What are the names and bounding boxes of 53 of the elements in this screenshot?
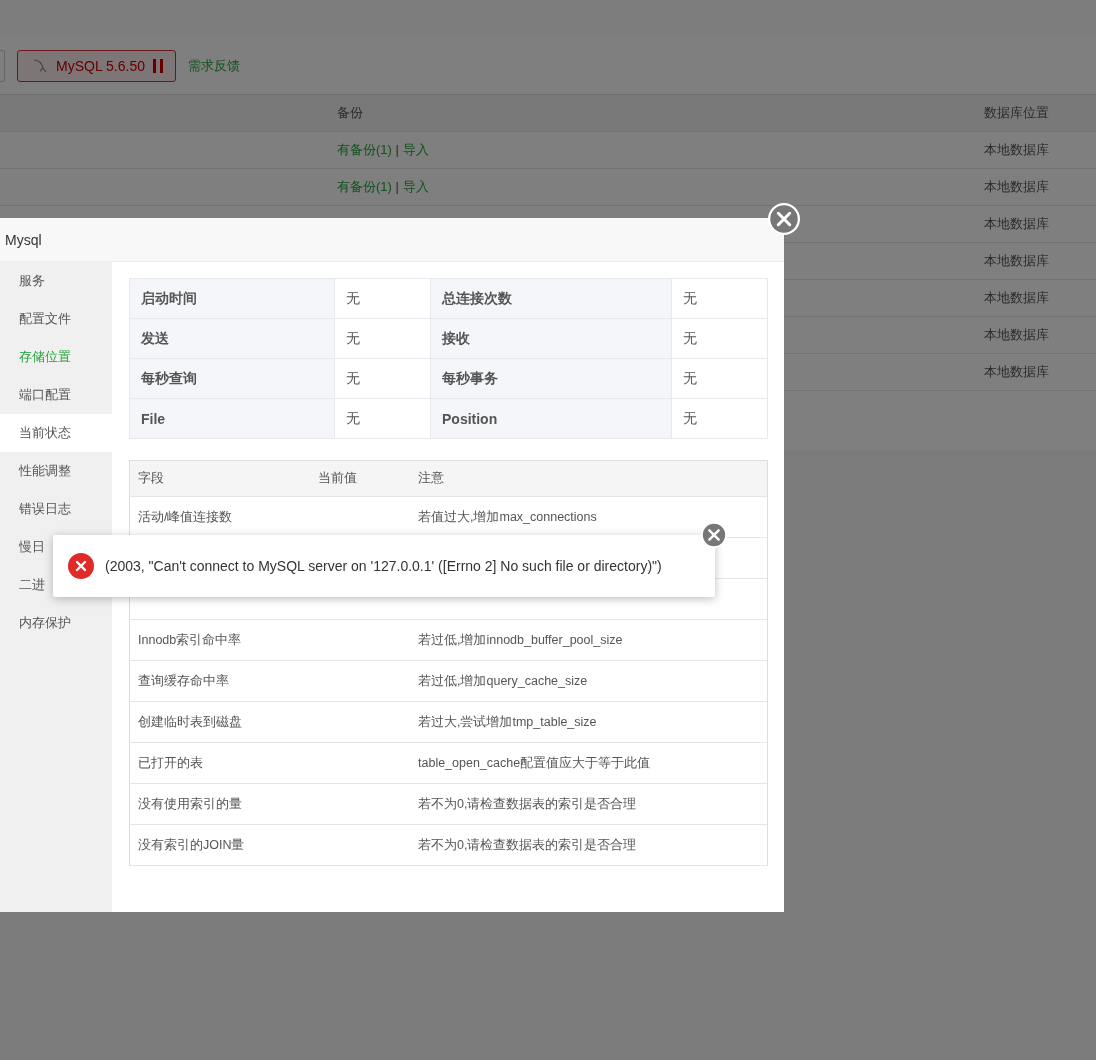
status-value: 无 [672,279,768,319]
status-label: 总连接次数 [431,279,672,319]
error-icon [68,553,94,579]
dialog-title: Mysql [0,218,784,262]
table-cell: Innodb索引命中率 [138,632,242,647]
separator: | [395,142,399,157]
error-message: (2003, "Can't connect to MySQL server on '127.0.0.1' ([Errno 2] No such file or directory)") [105,558,662,574]
status-value: 无 [672,359,768,399]
column-header: 数据库位置 [984,104,1050,122]
table-cell: 若不为0,请检查数据表的索引是否合理 [418,837,637,852]
status-value: 无 [672,319,768,359]
table-cell-text: 本地数据库 [984,363,1050,381]
status-label: 每秒事务 [431,359,672,399]
pause-icon [153,59,163,73]
table-cell: 没有使用索引的量 [138,796,242,811]
table-cell-text: 本地数据库 [984,252,1050,270]
table-cell-text: 本地数据库 [984,141,1050,159]
table-cell: 查询缓存命中率 [138,673,229,688]
table-cell: 若不为0,请检查数据表的索引是否合理 [418,796,637,811]
logo-icon [32,58,48,74]
column-header: 字段 [138,470,165,487]
menu-item[interactable]: 当前状态 [0,414,112,452]
table-cell: 若过低,增加query_cache_size [418,673,588,688]
menu-item[interactable]: 配置文件 [0,300,112,338]
table-cell-text: 本地数据库 [984,215,1050,233]
table-cell-text: 本地数据库 [984,326,1050,344]
status-label: 启动时间 [130,279,335,319]
table-cell: 若过大,尝试增加tmp_table_size [418,714,597,729]
status-label: 接收 [431,319,672,359]
column-header: 当前值 [318,470,358,487]
table-cell: 已打开的表 [138,755,203,770]
menu-item[interactable]: 性能调整 [0,452,112,490]
menu-item[interactable]: 内存保护 [0,604,112,642]
table-cell-text: 本地数据库 [984,289,1050,307]
status-label: 发送 [130,319,335,359]
menu-item[interactable]: 端口配置 [0,376,112,414]
menu-item[interactable]: 错误日志 [0,490,112,528]
status-label: 每秒查询 [130,359,335,399]
status-label: Position [431,399,672,439]
menu-item[interactable]: 服务 [0,262,112,300]
table-cell: 若过低,增加innodb_buffer_pool_size [418,632,623,647]
status-value: 无 [672,399,768,439]
table-cell: 没有索引的JOIN量 [138,837,245,852]
status-label: File [130,399,335,439]
close-icon[interactable] [701,522,727,548]
column-header: 注意 [418,470,445,487]
column-header: 备份 [337,104,364,122]
table-cell: 创建临时表到磁盘 [138,714,242,729]
table-cell: 活动/峰值连接数 [138,509,233,524]
separator: | [395,179,399,194]
table-cell-text: 本地数据库 [984,178,1050,196]
table-cell: table_open_cache配置值应大于等于此值 [418,755,651,770]
table-cell: 若值过大,增加max_connections [418,509,597,524]
